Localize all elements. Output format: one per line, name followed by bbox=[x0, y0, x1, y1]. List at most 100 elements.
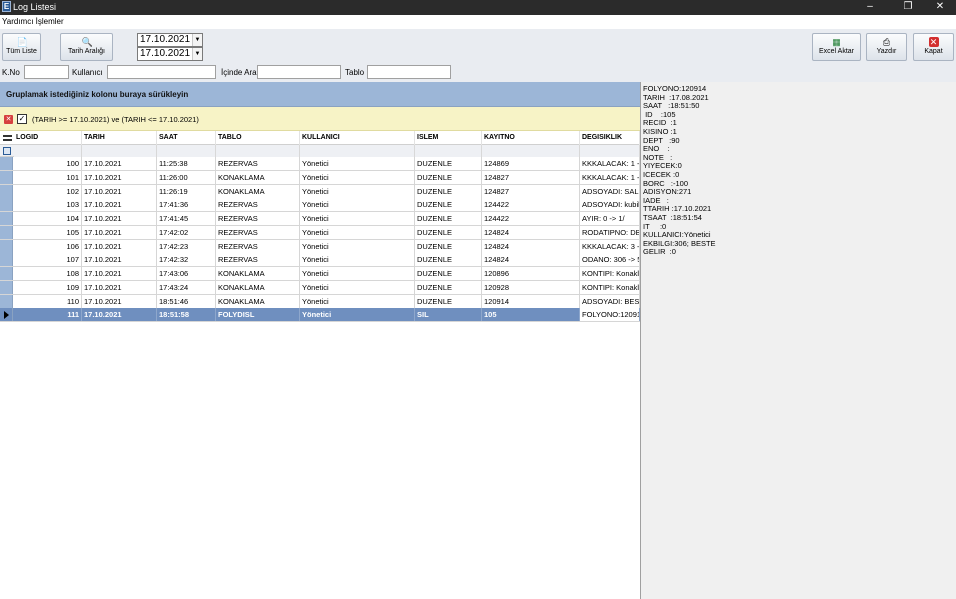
cell-degisiklik[interactable]: ADSOYADI: BEST bbox=[580, 294, 640, 308]
cell-islem[interactable]: DUZENLE bbox=[415, 184, 482, 198]
row-indicator[interactable] bbox=[0, 308, 13, 322]
cell-logid[interactable]: 108 bbox=[14, 267, 82, 280]
row-indicator[interactable] bbox=[0, 294, 13, 308]
cell-logid[interactable]: 111 bbox=[14, 308, 82, 322]
cell-tablo[interactable]: KONAKLAMA bbox=[216, 294, 300, 308]
filter-cell-degisiklik[interactable] bbox=[580, 145, 640, 157]
cell-tarih[interactable]: 17.10.2021 bbox=[82, 294, 157, 308]
clear-filter-icon[interactable]: ✕ bbox=[4, 115, 13, 124]
cell-tablo[interactable]: KONAKLAMA bbox=[216, 184, 300, 198]
cell-saat[interactable]: 11:26:00 bbox=[157, 170, 216, 184]
table-row[interactable]: 110 17.10.2021 18:51:46 KONAKLAMA Yönetici DU… bbox=[0, 294, 640, 309]
cell-kayitno[interactable]: 124827 bbox=[482, 170, 580, 184]
cell-logid[interactable]: 105 bbox=[14, 225, 82, 239]
column-header-tablo[interactable]: TABLO bbox=[216, 131, 300, 145]
cell-tablo[interactable]: REZERVAS bbox=[216, 157, 300, 170]
cell-kayitno[interactable]: 124827 bbox=[482, 184, 580, 198]
close-window-button[interactable]: ✕ bbox=[926, 0, 954, 15]
cell-tablo[interactable]: KONAKLAMA bbox=[216, 280, 300, 294]
cell-islem[interactable]: DUZENLE bbox=[415, 212, 482, 225]
minimize-button[interactable]: – bbox=[856, 0, 884, 15]
table-row[interactable]: 107 17.10.2021 17:42:32 REZERVAS Yönetici DUZ… bbox=[0, 253, 640, 268]
column-header-islem[interactable]: ISLEM bbox=[415, 131, 482, 145]
filter-cell-kullanici[interactable] bbox=[300, 145, 415, 157]
cell-kayitno[interactable]: 105 bbox=[482, 308, 580, 322]
cell-kullanici[interactable]: Yönetici bbox=[300, 198, 415, 212]
cell-islem[interactable]: DUZENLE bbox=[415, 294, 482, 308]
row-indicator[interactable] bbox=[0, 225, 13, 239]
cell-kayitno[interactable]: 124422 bbox=[482, 198, 580, 212]
cell-saat[interactable]: 17:41:45 bbox=[157, 212, 216, 225]
cell-tarih[interactable]: 17.10.2021 bbox=[82, 280, 157, 294]
cell-islem[interactable]: DUZENLE bbox=[415, 157, 482, 170]
kno-input[interactable] bbox=[24, 65, 69, 79]
row-indicator[interactable] bbox=[0, 280, 13, 294]
cell-tarih[interactable]: 17.10.2021 bbox=[82, 267, 157, 280]
cell-logid[interactable]: 103 bbox=[14, 198, 82, 212]
table-row[interactable]: 105 17.10.2021 17:42:02 REZERVAS Yönetici DUZ… bbox=[0, 225, 640, 240]
column-header-tarih[interactable]: TARIH bbox=[82, 131, 157, 145]
cell-kayitno[interactable]: 124824 bbox=[482, 225, 580, 239]
filter-cell-tablo[interactable] bbox=[216, 145, 300, 157]
filter-cell-kayitno[interactable] bbox=[482, 145, 580, 157]
cell-kullanici[interactable]: Yönetici bbox=[300, 239, 415, 253]
cell-tablo[interactable]: REZERVAS bbox=[216, 225, 300, 239]
cell-kayitno[interactable]: 124422 bbox=[482, 212, 580, 225]
column-header-kullanici[interactable]: KULLANICI bbox=[300, 131, 415, 145]
yazdir-button[interactable]: ⎙ Yazdır bbox=[866, 33, 907, 61]
cell-islem[interactable]: DUZENLE bbox=[415, 239, 482, 253]
table-row[interactable]: 106 17.10.2021 17:42:23 REZERVAS Yönetici DUZ… bbox=[0, 239, 640, 254]
cell-islem[interactable]: DUZENLE bbox=[415, 170, 482, 184]
cell-saat[interactable]: 17:43:06 bbox=[157, 267, 216, 280]
cell-kayitno[interactable]: 124869 bbox=[482, 157, 580, 170]
cell-logid[interactable]: 110 bbox=[14, 294, 82, 308]
cell-tarih[interactable]: 17.10.2021 bbox=[82, 170, 157, 184]
cell-saat[interactable]: 17:42:23 bbox=[157, 239, 216, 253]
cell-tablo[interactable]: KONAKLAMA bbox=[216, 267, 300, 280]
cell-kullanici[interactable]: Yönetici bbox=[300, 212, 415, 225]
row-indicator[interactable] bbox=[0, 253, 13, 267]
table-row[interactable]: 104 17.10.2021 17:41:45 REZERVAS Yönetici DUZ… bbox=[0, 212, 640, 226]
cell-degisiklik[interactable]: KONTIPI: Konakl bbox=[580, 267, 640, 280]
cell-kullanici[interactable]: Yönetici bbox=[300, 184, 415, 198]
cell-islem[interactable]: DUZENLE bbox=[415, 253, 482, 267]
group-panel[interactable]: Gruplamak istediğiniz kolonu buraya sürü… bbox=[0, 82, 640, 107]
cell-kayitno[interactable]: 124824 bbox=[482, 253, 580, 267]
cell-degisiklik[interactable]: FOLYONO:12091 bbox=[580, 308, 640, 322]
cell-kullanici[interactable]: Yönetici bbox=[300, 280, 415, 294]
filter-cell-saat[interactable] bbox=[157, 145, 216, 157]
filter-cell-islem[interactable] bbox=[415, 145, 482, 157]
filter-funnel-icon[interactable] bbox=[3, 147, 11, 155]
cell-islem[interactable]: DUZENLE bbox=[415, 280, 482, 294]
filter-checkbox[interactable]: ✓ bbox=[17, 114, 27, 124]
cell-tablo[interactable]: REZERVAS bbox=[216, 253, 300, 267]
row-indicator[interactable] bbox=[0, 239, 13, 253]
table-row[interactable]: 109 17.10.2021 17:43:24 KONAKLAMA Yönetici DU… bbox=[0, 280, 640, 295]
kapat-button[interactable]: ✕ Kapat bbox=[913, 33, 954, 61]
cell-logid[interactable]: 106 bbox=[14, 239, 82, 253]
cell-kullanici[interactable]: Yönetici bbox=[300, 267, 415, 280]
cell-logid[interactable]: 104 bbox=[14, 212, 82, 225]
row-indicator[interactable] bbox=[0, 184, 13, 198]
table-row[interactable]: 108 17.10.2021 17:43:06 KONAKLAMA Yönetici DU… bbox=[0, 267, 640, 281]
table-row[interactable]: 101 17.10.2021 11:26:00 KONAKLAMA Yönetici DU… bbox=[0, 170, 640, 185]
restore-button[interactable]: ❐ bbox=[894, 0, 922, 15]
cell-tablo[interactable]: KONAKLAMA bbox=[216, 170, 300, 184]
cell-saat[interactable]: 18:51:46 bbox=[157, 294, 216, 308]
cell-logid[interactable]: 107 bbox=[14, 253, 82, 267]
cell-tarih[interactable]: 17.10.2021 bbox=[82, 157, 157, 170]
cell-kullanici[interactable]: Yönetici bbox=[300, 225, 415, 239]
cell-tarih[interactable]: 17.10.2021 bbox=[82, 308, 157, 322]
cell-saat[interactable]: 11:26:19 bbox=[157, 184, 216, 198]
tum-liste-button[interactable]: 📄 Tüm Liste bbox=[2, 33, 41, 61]
cell-tablo[interactable]: REZERVAS bbox=[216, 212, 300, 225]
cell-logid[interactable]: 109 bbox=[14, 280, 82, 294]
cell-saat[interactable]: 17:43:24 bbox=[157, 280, 216, 294]
cell-kayitno[interactable]: 124824 bbox=[482, 239, 580, 253]
cell-kullanici[interactable]: Yönetici bbox=[300, 170, 415, 184]
cell-degisiklik[interactable]: AYIR: 0 -> 1/ bbox=[580, 212, 640, 225]
cell-tablo[interactable]: REZERVAS bbox=[216, 239, 300, 253]
cell-kayitno[interactable]: 120896 bbox=[482, 267, 580, 280]
cell-saat[interactable]: 17:42:32 bbox=[157, 253, 216, 267]
cell-islem[interactable]: SIL bbox=[415, 308, 482, 322]
